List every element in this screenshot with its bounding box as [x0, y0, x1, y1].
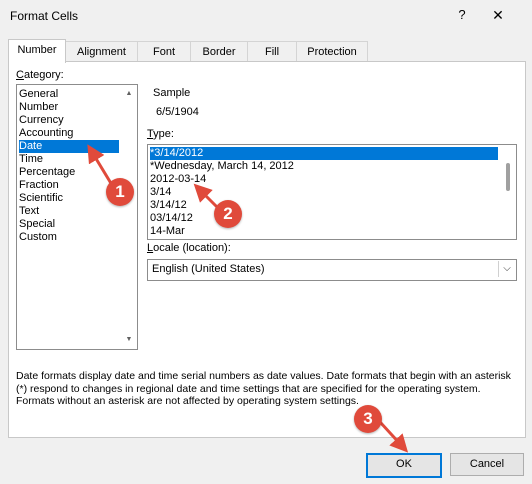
tab-number[interactable]: Number	[8, 39, 66, 63]
annotation-arrow-1	[87, 144, 114, 186]
annotation-badge-2: 2	[214, 200, 242, 228]
annotation-badge-3: 3	[354, 405, 382, 433]
annotation-arrow-3	[378, 420, 409, 453]
annotation-arrows	[87, 144, 409, 453]
annotation-badge-1: 1	[106, 178, 134, 206]
